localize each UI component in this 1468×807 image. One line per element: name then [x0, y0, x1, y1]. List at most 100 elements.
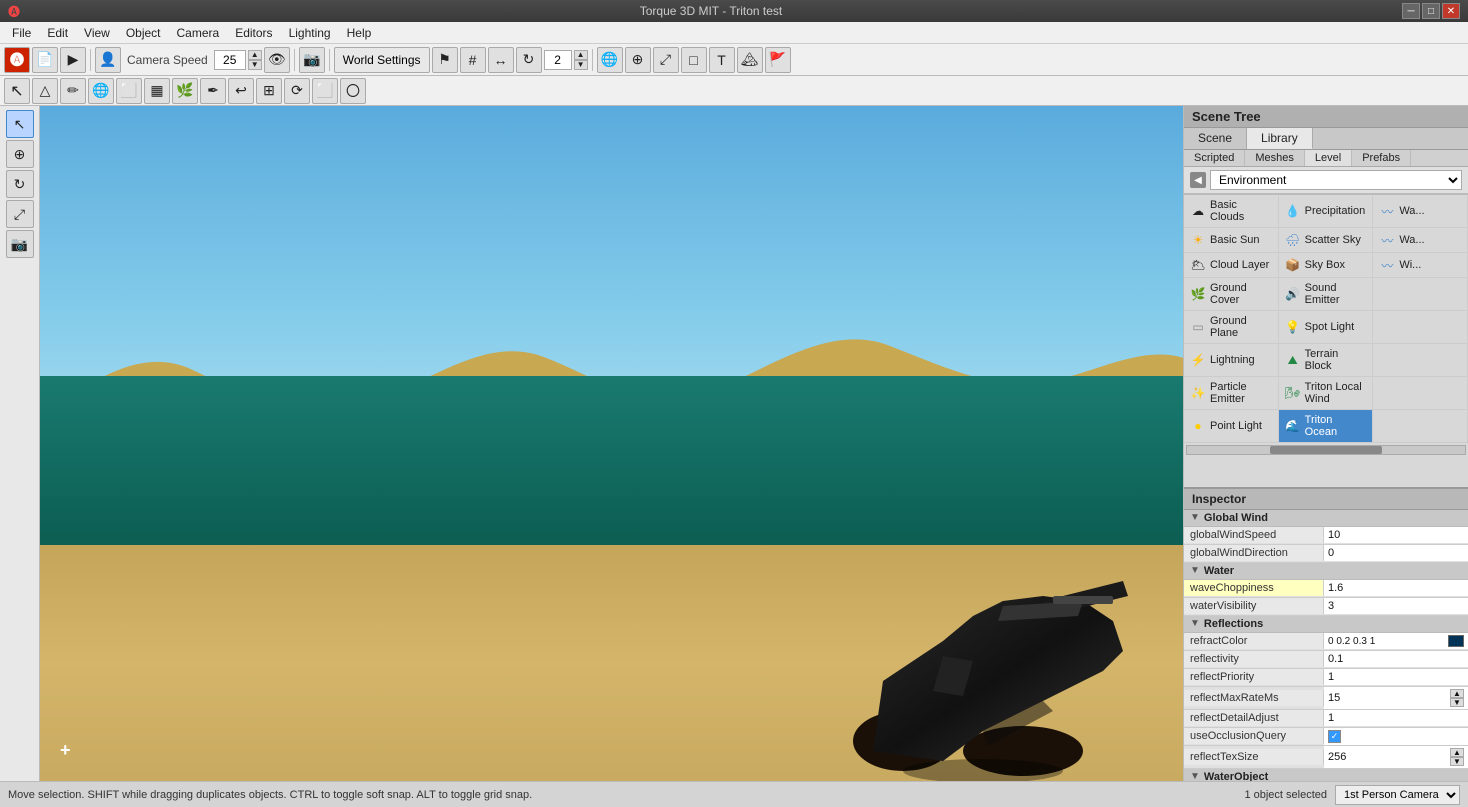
grid-btn[interactable]: #: [460, 47, 486, 73]
refract-color-swatch[interactable]: [1448, 635, 1464, 647]
lib-item-sound-emitter[interactable]: 🔊 Sound Emitter: [1279, 278, 1374, 311]
lib-item-basic-clouds[interactable]: ☁ Basic Clouds: [1184, 195, 1279, 228]
camera-speed-down[interactable]: ▼: [248, 60, 262, 70]
select2-btn[interactable]: ⊞: [256, 78, 282, 104]
erode-btn[interactable]: 〇: [340, 78, 366, 104]
lib-item-wi1[interactable]: 〰 Wi...: [1373, 253, 1468, 278]
menu-editors[interactable]: Editors: [227, 24, 280, 42]
character-btn[interactable]: 👤: [95, 47, 121, 73]
dropdown-num[interactable]: [544, 50, 572, 70]
lib-item-basic-sun[interactable]: ☀ Basic Sun: [1184, 228, 1279, 253]
lib-item-ground-cover[interactable]: 🌿 Ground Cover: [1184, 278, 1279, 311]
maximize-button[interactable]: □: [1422, 3, 1440, 19]
tab-prefabs[interactable]: Prefabs: [1352, 150, 1411, 166]
lib-item-ground-plane[interactable]: ▭ Ground Plane: [1184, 311, 1279, 344]
tab-meshes[interactable]: Meshes: [1245, 150, 1305, 166]
library-dropdown[interactable]: Environment: [1210, 170, 1462, 190]
reflect-max-rate-spin[interactable]: ▲ ▼: [1450, 689, 1464, 707]
reflect-tex-up[interactable]: ▲: [1450, 748, 1464, 757]
minimize-button[interactable]: ─: [1402, 3, 1420, 19]
scale-btn[interactable]: ⤢: [653, 47, 679, 73]
pen-btn[interactable]: ✒: [200, 78, 226, 104]
tab-scene[interactable]: Scene: [1184, 128, 1247, 149]
new-btn[interactable]: 📄: [32, 47, 58, 73]
triangle-btn[interactable]: △: [32, 78, 58, 104]
camera-snap-btn[interactable]: 📷: [299, 47, 325, 73]
prop-val-waterVisibility[interactable]: 3: [1324, 598, 1468, 614]
move-btn[interactable]: ↔: [488, 47, 514, 73]
grass-btn[interactable]: 🌿: [172, 78, 198, 104]
prop-val-useOcclusionQuery[interactable]: [1324, 728, 1468, 745]
reflect-tex-down[interactable]: ▼: [1450, 757, 1464, 766]
lib-item-lightning[interactable]: ⚡ Lightning: [1184, 344, 1279, 377]
dropdown-num-spin[interactable]: ▲ ▼: [574, 50, 588, 70]
prop-val-reflectTexSize[interactable]: 256 ▲ ▼: [1324, 746, 1468, 768]
select-btn[interactable]: □: [681, 47, 707, 73]
menu-help[interactable]: Help: [339, 24, 380, 42]
reflect-max-down[interactable]: ▼: [1450, 698, 1464, 707]
menu-object[interactable]: Object: [118, 24, 169, 42]
eye-btn[interactable]: 👁: [264, 47, 290, 73]
cube-btn[interactable]: ⬜: [116, 78, 142, 104]
cursor-btn[interactable]: ↖: [4, 78, 30, 104]
logo-btn[interactable]: 🅐: [4, 47, 30, 73]
flag-btn[interactable]: ⚑: [432, 47, 458, 73]
lib-item-spot-light[interactable]: 💡 Spot Light: [1279, 311, 1374, 344]
prop-val-waveChoppiness[interactable]: 1.6: [1324, 580, 1468, 596]
tab-library[interactable]: Library: [1247, 128, 1313, 149]
menu-edit[interactable]: Edit: [39, 24, 76, 42]
lib-item-cloud-layer[interactable]: 🌥 Cloud Layer: [1184, 253, 1279, 278]
sphere-btn[interactable]: 🌐: [88, 78, 114, 104]
menu-lighting[interactable]: Lighting: [281, 24, 339, 42]
camera-speed-up[interactable]: ▲: [248, 50, 262, 60]
path-btn[interactable]: ↩: [228, 78, 254, 104]
rotate-btn[interactable]: ↻: [516, 47, 542, 73]
global-btn[interactable]: 🌐: [597, 47, 623, 73]
move2-btn[interactable]: ⊕: [625, 47, 651, 73]
paint-btn[interactable]: ⟳: [284, 78, 310, 104]
lib-item-wa2[interactable]: 〰 Wa...: [1373, 228, 1468, 253]
play-btn[interactable]: ▶: [60, 47, 86, 73]
lib-item-precipitation[interactable]: 💧 Precipitation: [1279, 195, 1374, 228]
library-scrollbar[interactable]: [1186, 445, 1466, 455]
section-water-object[interactable]: ▼ WaterObject: [1184, 769, 1468, 782]
close-button[interactable]: ✕: [1442, 3, 1460, 19]
num-up[interactable]: ▲: [574, 50, 588, 60]
text-btn[interactable]: T: [709, 47, 735, 73]
prop-val-reflectPriority[interactable]: 1: [1324, 669, 1468, 685]
section-global-wind[interactable]: ▼ Global Wind: [1184, 510, 1468, 527]
info-btn[interactable]: 🏔: [737, 47, 763, 73]
scroll-handle[interactable]: [1270, 446, 1381, 454]
menu-camera[interactable]: Camera: [169, 24, 228, 42]
prop-val-globalWindDirection[interactable]: 0: [1324, 545, 1468, 561]
tab-scripted[interactable]: Scripted: [1184, 150, 1245, 166]
menu-file[interactable]: File: [4, 24, 39, 42]
reflect-max-up[interactable]: ▲: [1450, 689, 1464, 698]
prop-val-reflectMaxRateMs[interactable]: 15 ▲ ▼: [1324, 687, 1468, 709]
terrain-btn[interactable]: ▦: [144, 78, 170, 104]
prop-val-reflectivity[interactable]: 0.1: [1324, 651, 1468, 667]
lib-item-terrain-block[interactable]: ⛰ Terrain Block: [1279, 344, 1374, 377]
viewport[interactable]: +: [40, 106, 1183, 781]
tab-level[interactable]: Level: [1305, 150, 1352, 166]
lib-item-triton-local-wind[interactable]: 🌬 Triton Local Wind: [1279, 377, 1374, 410]
num-down[interactable]: ▼: [574, 60, 588, 70]
select-tool-btn[interactable]: ↖: [6, 110, 34, 138]
reflect-tex-size-spin[interactable]: ▲ ▼: [1450, 748, 1464, 766]
prop-val-globalWindSpeed[interactable]: 10: [1324, 527, 1468, 543]
lib-item-scatter-sky[interactable]: 🌧 Scatter Sky: [1279, 228, 1374, 253]
scale-tool-btn[interactable]: ⤢: [6, 200, 34, 228]
camera-mode-dropdown[interactable]: 1st Person Camera: [1335, 785, 1460, 805]
section-water[interactable]: ▼ Water: [1184, 563, 1468, 580]
brush-btn[interactable]: ✏: [60, 78, 86, 104]
occlusion-checkbox[interactable]: [1328, 730, 1341, 743]
menu-view[interactable]: View: [76, 24, 118, 42]
flag2-btn[interactable]: 🚩: [765, 47, 791, 73]
back-arrow-btn[interactable]: ◀: [1190, 172, 1206, 188]
section-reflections[interactable]: ▼ Reflections: [1184, 616, 1468, 633]
lib-item-particle-emitter[interactable]: ✨ Particle Emitter: [1184, 377, 1279, 410]
lib-item-wa1[interactable]: 〰 Wa...: [1373, 195, 1468, 228]
camera-speed-spin[interactable]: ▲ ▼: [248, 50, 262, 70]
prop-val-refractColor[interactable]: 0 0.2 0.3 1: [1324, 633, 1468, 649]
lib-item-triton-ocean[interactable]: 🌊 Triton Ocean: [1279, 410, 1374, 443]
